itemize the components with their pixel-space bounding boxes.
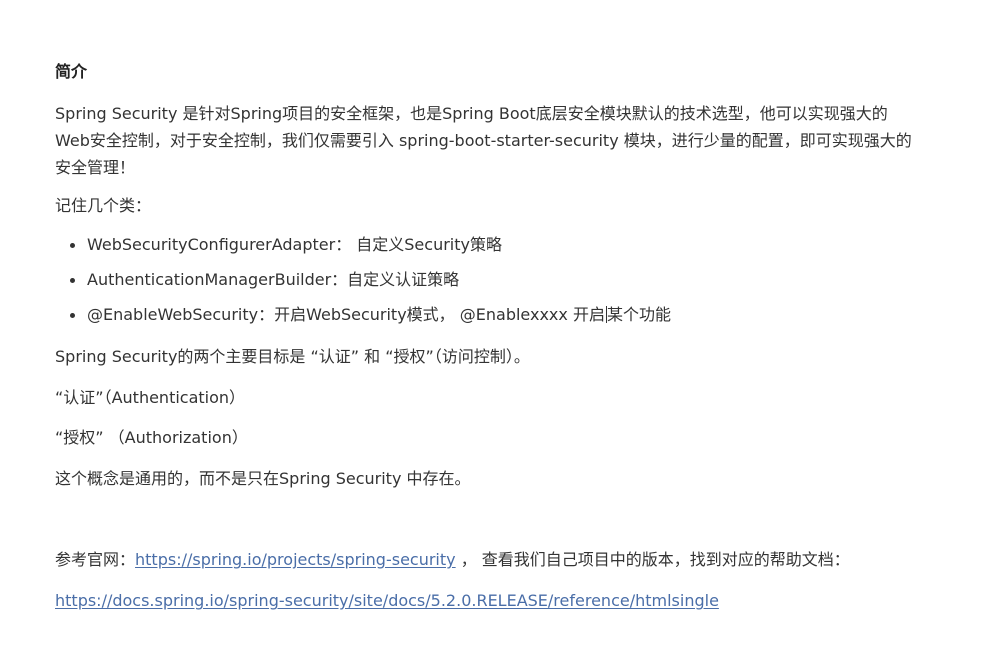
- intro-paragraph: Spring Security 是针对Spring项目的安全框架，也是Sprin…: [55, 104, 912, 177]
- remember-label: 记住几个类：: [55, 196, 152, 215]
- reference-suffix: ， 查看我们自己项目中的版本，找到对应的帮助文档：: [455, 550, 850, 569]
- authorization-text: “授权” （Authorization）: [55, 428, 248, 447]
- goals-text: Spring Security的两个主要目标是 “认证” 和 “授权”（访问控制…: [55, 347, 530, 366]
- section-heading: 简介: [55, 62, 88, 81]
- reference-line: 参考官网：https://spring.io/projects/spring-s…: [55, 549, 850, 571]
- reference-prefix: 参考官网：: [55, 550, 136, 569]
- list-item: AuthenticationManagerBuilder：自定义认证策略: [55, 269, 671, 304]
- list-item-text-end: 某个功能: [606, 305, 671, 324]
- docs-line: https://docs.spring.io/spring-security/s…: [55, 590, 719, 612]
- general-note: 这个概念是通用的，而不是只在Spring Security 中存在。: [55, 469, 471, 488]
- list-item: @EnableWebSecurity：开启WebSecurity模式， @Ena…: [55, 304, 671, 339]
- authentication-text: “认证”（Authentication）: [55, 388, 246, 407]
- list-item: WebSecurityConfigurerAdapter： 自定义Securit…: [55, 234, 671, 269]
- reference-docs-link[interactable]: https://docs.spring.io/spring-security/s…: [55, 591, 719, 610]
- list-item-text: AuthenticationManagerBuilder：自定义认证策略: [87, 270, 460, 289]
- spring-security-project-link[interactable]: https://spring.io/projects/spring-securi…: [135, 550, 456, 569]
- list-item-text: WebSecurityConfigurerAdapter： 自定义Securit…: [87, 235, 502, 254]
- list-item-text: @EnableWebSecurity：开启WebSecurity模式， @Ena…: [87, 305, 605, 324]
- class-list: WebSecurityConfigurerAdapter： 自定义Securit…: [55, 234, 671, 339]
